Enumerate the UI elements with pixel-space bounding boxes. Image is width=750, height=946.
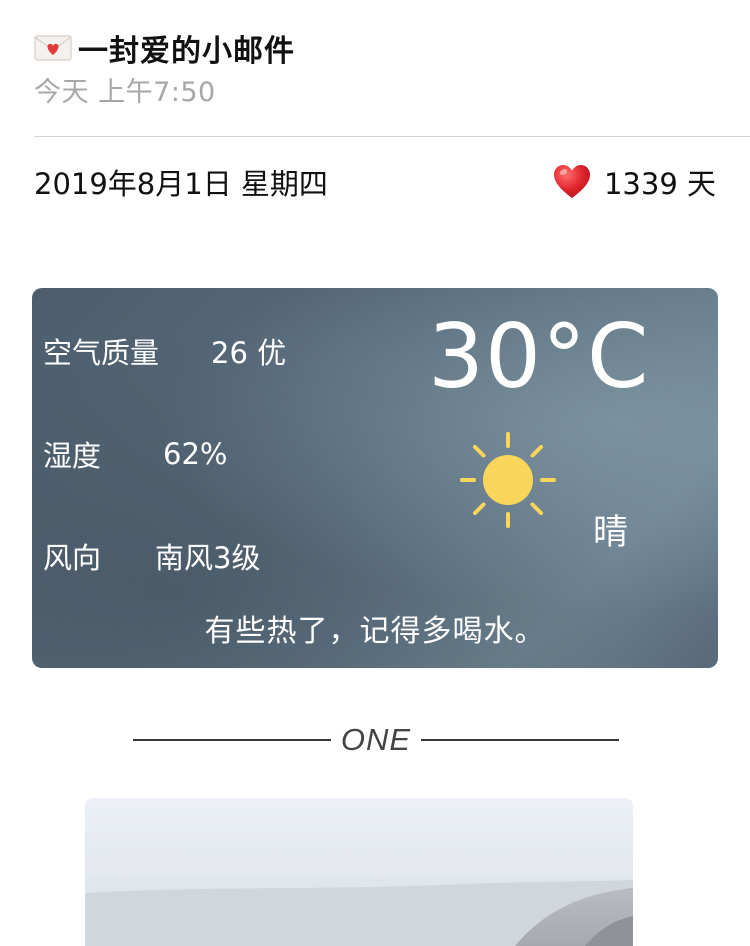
temperature: 30°C xyxy=(428,305,650,408)
section-label: ONE xyxy=(340,722,412,757)
humidity-value: 62% xyxy=(163,437,228,471)
wind-label: 风向 xyxy=(43,541,102,575)
humidity-row: 湿度 62% xyxy=(43,433,227,475)
mail-timestamp: 今天 上午7:50 xyxy=(34,77,216,108)
mail-photo[interactable] xyxy=(85,798,633,946)
weather-card: 空气质量 26 优 湿度 62% 风向 南风3级 30°C 晴 有些热了，记得多… xyxy=(32,288,718,668)
header-divider xyxy=(34,136,750,137)
date-label: 2019年8月1日 星期四 xyxy=(34,167,328,201)
days-count: 1339 天 xyxy=(603,167,716,201)
divider-line-right xyxy=(421,739,619,741)
mail-title-row: 一封爱的小邮件 xyxy=(34,28,295,69)
sun-icon xyxy=(460,432,556,528)
wind-value: 南风3级 xyxy=(155,541,261,575)
heart-icon xyxy=(553,165,590,198)
mail-title: 一封爱的小邮件 xyxy=(78,34,295,69)
wind-row: 风向 南风3级 xyxy=(43,535,260,577)
landscape-image xyxy=(85,798,633,946)
weather-condition: 晴 xyxy=(593,513,629,553)
weather-tip: 有些热了，记得多喝水。 xyxy=(204,614,546,649)
air-quality-label: 空气质量 xyxy=(43,336,160,370)
air-quality-row: 空气质量 26 优 xyxy=(43,330,286,372)
section-divider-one: ONE xyxy=(133,720,619,760)
days-together-counter: 1339 天 xyxy=(552,161,716,203)
divider-line-left xyxy=(133,739,331,741)
envelope-heart-icon xyxy=(34,35,72,61)
date-row: 2019年8月1日 星期四 1339 天 xyxy=(34,160,716,204)
air-quality-value: 26 优 xyxy=(211,336,287,370)
humidity-label: 湿度 xyxy=(43,439,102,473)
